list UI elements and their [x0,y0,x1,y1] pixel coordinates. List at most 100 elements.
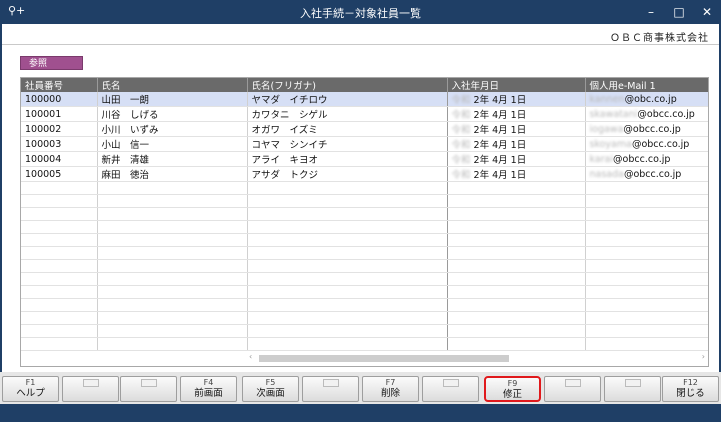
scroll-right-icon[interactable]: › [702,352,705,361]
function-key-label: 修正 [502,389,522,400]
column-header-name[interactable]: 氏名 [97,78,248,92]
maximize-button[interactable]: □ [668,2,690,22]
function-key-label: 次画面 [256,388,285,399]
email-domain: @obc.co.jp [624,93,677,105]
empty-cell [585,298,708,312]
table-row[interactable]: 100005 麻田 徳治 アサダ トクジ 令和 2年 4月 1日 nasada@obcc… [21,166,708,182]
empty-cell [21,220,98,234]
empty-key-icon [82,379,99,387]
function-key-number: F9 [507,379,518,388]
minimize-button[interactable]: – [640,2,662,22]
empty-cell [21,246,98,260]
function-key-number: F5 [265,378,276,387]
cell-employee-number: 100004 [21,151,98,167]
empty-cell [447,259,586,273]
empty-cell [447,246,586,260]
cell-kana: アサダ トクジ [247,166,448,182]
cell-email: karai@obcc.co.jp [585,151,708,167]
cell-join-date: 令和 2年 4月 1日 [447,151,586,167]
cell-name: 小川 いずみ [97,121,248,137]
function-key-label: 閉じる [676,388,705,399]
function-key-f5[interactable]: F5 次画面 [242,376,299,402]
empty-cell [247,272,448,286]
era-text: 令和 [451,110,471,121]
function-key-f12[interactable]: F12 閉じる [662,376,719,402]
column-header-join-date[interactable]: 入社年月日 [447,78,586,92]
empty-cell [21,298,98,312]
function-key-f9[interactable]: F9 修正 [484,376,541,402]
empty-cell [21,272,98,286]
function-key-f4[interactable]: F4 前画面 [180,376,237,402]
function-key-f1[interactable]: F1 ヘルプ [2,376,59,402]
empty-cell [447,220,586,234]
empty-cell [21,194,98,208]
empty-cell [21,233,98,247]
table-row[interactable]: 100004 新井 清雄 アライ キヨオ 令和 2年 4月 1日 karai@obcc.… [21,151,708,167]
table-row [21,285,708,299]
empty-cell [97,181,248,195]
cell-name: 川谷 しげる [97,106,248,122]
table-row [21,220,708,234]
employee-grid[interactable]: 社員番号 氏名 氏名(フリガナ) 入社年月日 個人用e-Mail 1 10000… [20,77,709,367]
cell-email: skoyama@obcc.co.jp [585,136,708,152]
client-area: ＯＢＣ商事株式会社 参照 社員番号 氏名 氏名(フリガナ) 入社年月日 個人用e… [2,24,719,372]
empty-cell [585,337,708,351]
column-header-email[interactable]: 個人用e-Mail 1 [585,78,708,92]
table-row [21,246,708,260]
empty-cell [447,207,586,221]
empty-cell [21,207,98,221]
table-row [21,207,708,221]
function-key-empty [302,376,359,402]
empty-cell [21,285,98,299]
cell-email: nasada@obcc.co.jp [585,166,708,182]
empty-cell [247,194,448,208]
empty-cell [247,337,448,351]
date-text: 2年 4月 1日 [473,155,527,166]
empty-cell [97,246,248,260]
table-row[interactable]: 100001 川谷 しげる カワタニ シゲル 令和 2年 4月 1日 skawatani… [21,106,708,122]
empty-cell [247,259,448,273]
column-header-employee-number[interactable]: 社員番号 [21,78,98,92]
table-row[interactable]: 100002 小川 いずみ オガワ イズミ 令和 2年 4月 1日 iogawa@obc… [21,121,708,137]
empty-cell [97,259,248,273]
cell-kana: ヤマダ イチロウ [247,92,448,107]
table-header-row: 社員番号 氏名 氏名(フリガナ) 入社年月日 個人用e-Mail 1 [21,78,708,92]
close-button[interactable]: ✕ [696,2,718,22]
empty-cell [21,337,98,351]
cell-join-date: 令和 2年 4月 1日 [447,166,586,182]
empty-cell [447,272,586,286]
table-row[interactable]: 100000 山田 一朗 ヤマダ イチロウ 令和 2年 4月 1日 kannen@obc… [21,92,708,107]
function-key-bar: F1 ヘルプ F4 前画面 F5 次画面 F7 削除 F9 修正 F12 閉じる [0,372,721,404]
empty-cell [97,194,248,208]
empty-cell [247,207,448,221]
header-divider [2,44,719,45]
email-user: skoyama [589,138,632,150]
empty-cell [97,207,248,221]
empty-cell [247,246,448,260]
table-row [21,337,708,351]
table-row [21,298,708,312]
era-text: 令和 [451,155,471,166]
empty-cell [585,246,708,260]
table-row[interactable]: 100003 小山 信一 コヤマ シンイチ 令和 2年 4月 1日 skoyama@ob… [21,136,708,152]
horizontal-scrollbar[interactable]: ‹ › [247,352,708,364]
date-text: 2年 4月 1日 [473,110,527,121]
empty-cell [585,194,708,208]
mode-badge: 参照 [20,56,83,70]
empty-cell [247,181,448,195]
scroll-left-icon[interactable]: ‹ [249,352,252,361]
empty-key-icon [322,379,339,387]
cell-employee-number: 100001 [21,106,98,122]
title-bar: ⚲+ 入社手続－対象社員一覧 – □ ✕ [0,0,721,24]
empty-cell [585,259,708,273]
scroll-thumb[interactable] [259,355,509,362]
cell-join-date: 令和 2年 4月 1日 [447,121,586,137]
cell-name: 小山 信一 [97,136,248,152]
cell-employee-number: 100000 [21,92,98,107]
empty-cell [97,337,248,351]
cell-name: 新井 清雄 [97,151,248,167]
function-key-f7[interactable]: F7 削除 [362,376,419,402]
column-header-kana[interactable]: 氏名(フリガナ) [247,78,448,92]
table-row [21,233,708,247]
empty-key-icon [564,379,581,387]
